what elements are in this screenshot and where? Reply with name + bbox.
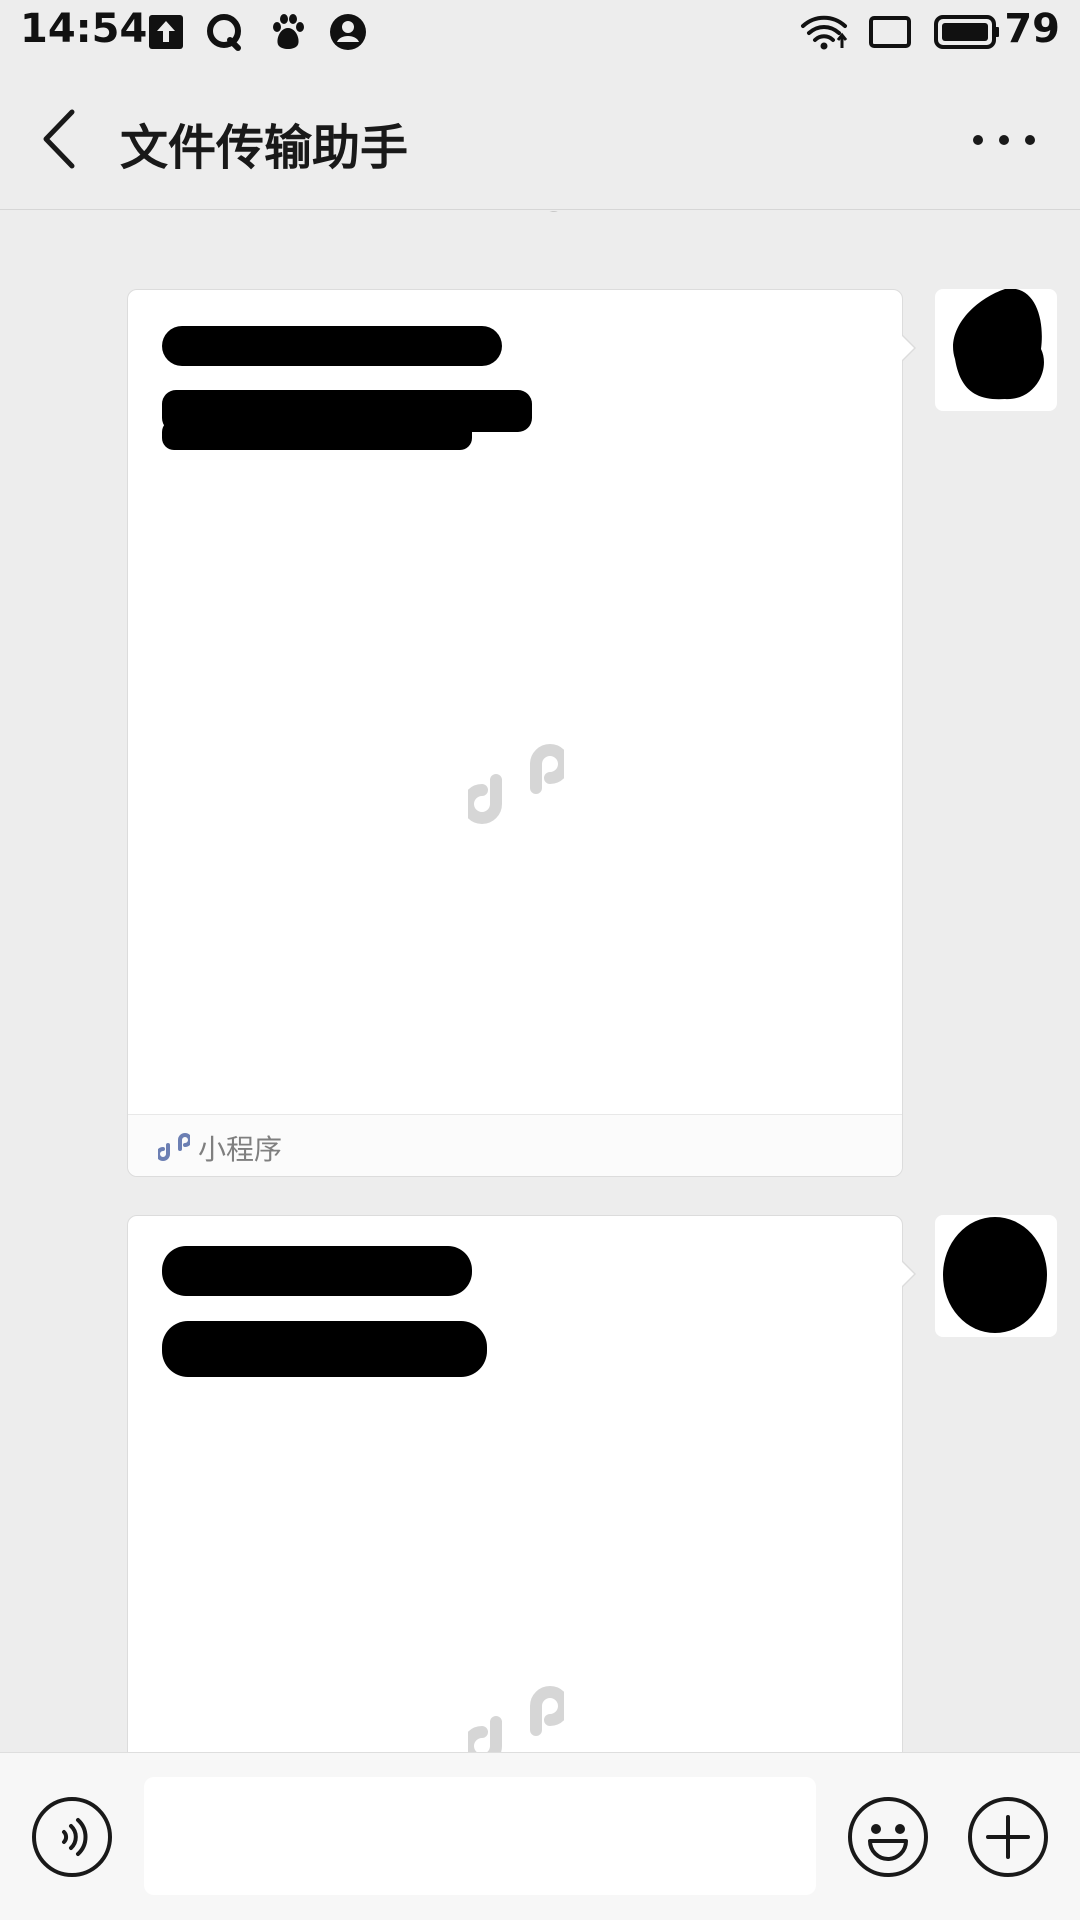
avatar-redacted bbox=[953, 289, 1044, 400]
chat-header: 文件传输助手 bbox=[0, 68, 1080, 210]
chevron-left-icon[interactable] bbox=[30, 106, 90, 172]
message-timestamp: 14:52 bbox=[0, 211, 1080, 219]
card-title-redacted bbox=[162, 1246, 472, 1296]
profile-icon bbox=[330, 14, 366, 50]
mini-program-card[interactable] bbox=[127, 1215, 916, 1752]
baidu-icon bbox=[273, 14, 304, 49]
voice-icon[interactable] bbox=[30, 1795, 114, 1879]
mini-program-placeholder-icon bbox=[468, 1686, 564, 1752]
card-footer: 小程序 bbox=[128, 1114, 902, 1176]
battery-percentage: 79 bbox=[1004, 6, 1060, 52]
mini-program-placeholder-icon bbox=[468, 744, 564, 824]
mini-program-icon bbox=[158, 1133, 190, 1161]
cast-icon bbox=[869, 16, 911, 48]
bubble-tail bbox=[902, 1262, 914, 1286]
qq-icon bbox=[207, 14, 241, 51]
upload-icon bbox=[149, 15, 183, 49]
status-bar: 14:54 79 bbox=[0, 0, 1080, 68]
emoji-icon[interactable] bbox=[846, 1795, 930, 1879]
more-dots-icon[interactable] bbox=[966, 120, 1042, 160]
chat-area[interactable]: 14:52 小程序 bbox=[0, 211, 1080, 1752]
bubble-tail bbox=[902, 336, 914, 360]
mini-program-card[interactable]: 小程序 bbox=[127, 289, 916, 1177]
message-input[interactable] bbox=[144, 1777, 816, 1895]
battery-icon bbox=[934, 15, 999, 49]
wifi-icon bbox=[801, 15, 848, 50]
page-title: 文件传输助手 bbox=[120, 120, 409, 176]
card-description-redacted bbox=[162, 390, 532, 450]
mini-program-label: 小程序 bbox=[198, 1133, 283, 1166]
status-time: 14:54 bbox=[20, 6, 148, 52]
input-bar bbox=[0, 1752, 1080, 1920]
card-title-redacted bbox=[162, 326, 502, 366]
card-description-redacted bbox=[162, 1321, 487, 1377]
plus-circle-icon[interactable] bbox=[966, 1795, 1050, 1879]
avatar[interactable] bbox=[935, 1215, 1057, 1337]
avatar[interactable] bbox=[935, 289, 1057, 411]
avatar-redacted bbox=[943, 1217, 1047, 1333]
